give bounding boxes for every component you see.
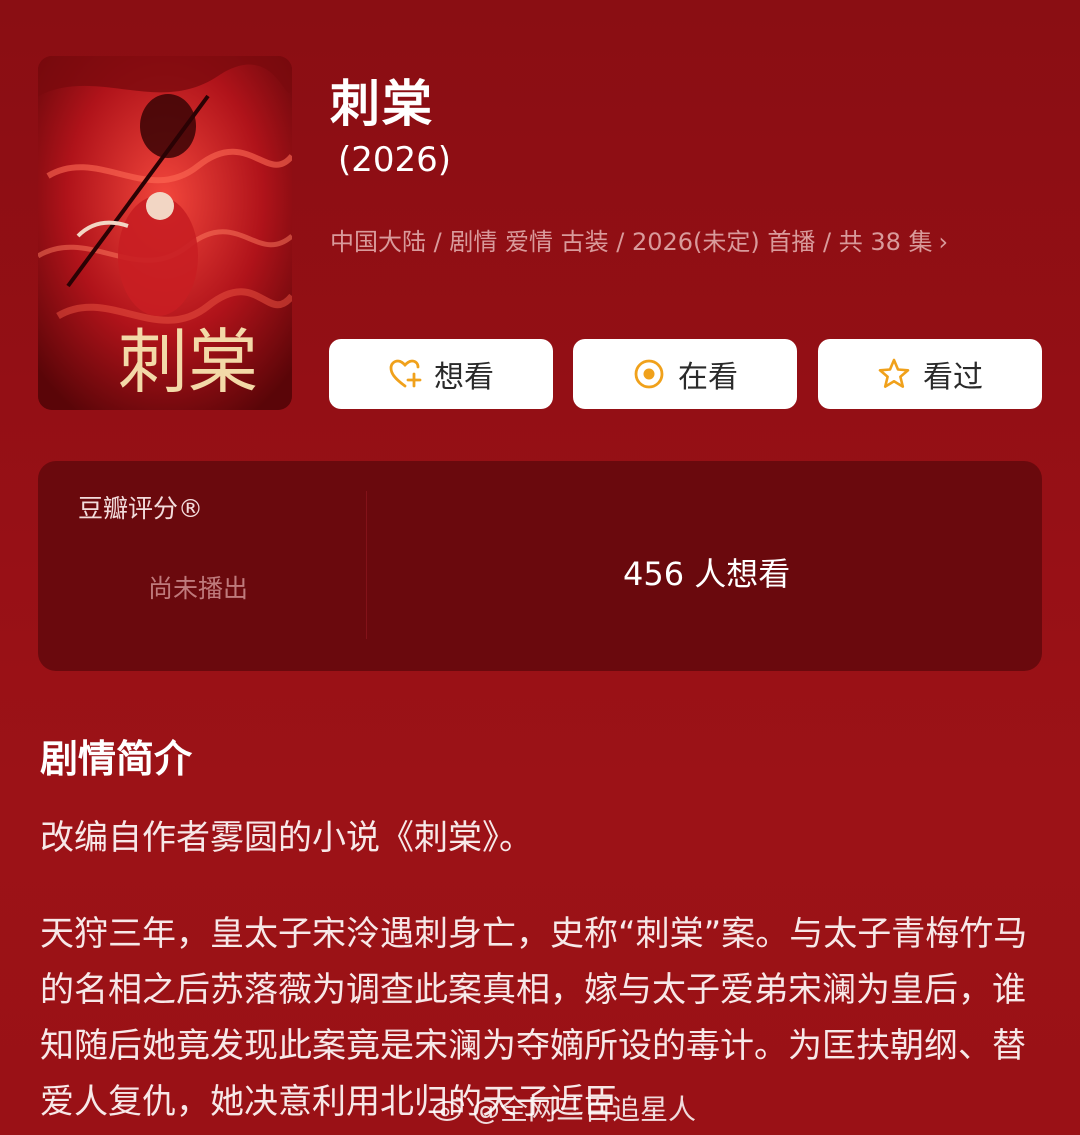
show-meta-info[interactable]: 中国大陆 / 剧情 爱情 古装 / 2026(未定) 首播 / 共 38 集 › xyxy=(330,222,948,257)
want-to-watch-label: 想看 xyxy=(434,360,494,395)
meta-text: 中国大陆 / 剧情 爱情 古装 / 2026(未定) 首播 / 共 38 集 xyxy=(330,228,933,256)
release-year: (2026) xyxy=(338,140,452,180)
star-icon xyxy=(877,357,911,391)
watermark-text: @全网三百追星人 xyxy=(472,1093,697,1126)
rating-label: 豆瓣评分® xyxy=(78,494,204,523)
rating-status: 尚未播出 xyxy=(148,574,249,603)
page-title: 刺棠 xyxy=(330,75,434,133)
want-count[interactable]: 456 人想看 xyxy=(623,549,790,595)
poster-image[interactable]: 刺棠 xyxy=(38,56,292,410)
watermark: @全网三百追星人 xyxy=(432,1088,696,1128)
heart-plus-icon xyxy=(388,357,422,391)
rating-panel: 豆瓣评分® 尚未播出 456 人想看 xyxy=(38,461,1042,671)
watched-label: 看过 xyxy=(923,360,983,395)
poster-title-text: 刺棠 xyxy=(118,321,258,403)
poster-artwork: 刺棠 xyxy=(38,56,292,410)
synopsis-heading: 剧情简介 xyxy=(40,737,193,781)
weibo-icon xyxy=(432,1094,466,1122)
watching-label: 在看 xyxy=(678,360,738,395)
want-to-watch-button[interactable]: 想看 xyxy=(329,339,553,409)
target-icon xyxy=(632,357,666,391)
watched-button[interactable]: 看过 xyxy=(818,339,1042,409)
rating-divider xyxy=(366,491,367,639)
watching-button[interactable]: 在看 xyxy=(573,339,797,409)
chevron-right-icon: › xyxy=(938,228,949,256)
synopsis-paragraph-1: 改编自作者雾圆的小说《刺棠》。 xyxy=(40,818,533,858)
